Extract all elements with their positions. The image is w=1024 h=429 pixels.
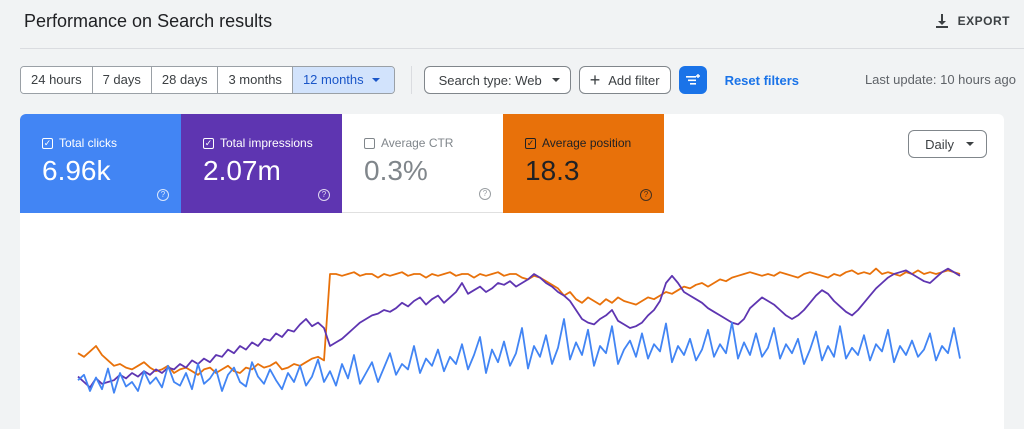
checkbox-unchecked-icon[interactable] <box>364 137 375 149</box>
checkbox-checked-icon[interactable]: ✓ <box>42 137 53 149</box>
last-update-text: Last update: 10 hours ago <box>864 72 1016 87</box>
range-12-months[interactable]: 12 months <box>292 67 394 93</box>
search-type-label: Search type: Web <box>438 72 542 88</box>
checkbox-checked-icon[interactable]: ✓ <box>525 137 536 149</box>
filter-toolbar: 24 hours 7 days 28 days 3 months 12 mont… <box>20 66 799 94</box>
top-bar: Performance on Search results EXPORT <box>0 0 1024 48</box>
reset-filters-link[interactable]: Reset filters <box>725 73 799 88</box>
help-icon[interactable]: ? <box>318 189 330 201</box>
metric-tiles: ✓ Total clicks 6.96k ? ✓ Total impressions… <box>20 114 664 213</box>
metric-value: 2.07m <box>203 155 281 186</box>
help-icon[interactable]: ? <box>640 189 652 201</box>
metric-total-clicks[interactable]: ✓ Total clicks 6.96k ? <box>20 114 181 213</box>
metric-label: Total impressions <box>220 136 313 150</box>
checkbox-checked-icon[interactable]: ✓ <box>203 137 214 149</box>
chevron-down-icon <box>371 78 380 82</box>
filter-settings-button[interactable] <box>678 66 707 94</box>
granularity-dropdown[interactable]: Daily <box>908 130 987 158</box>
chevron-down-icon <box>551 78 560 82</box>
impressions-line <box>77 267 961 389</box>
range-7-days[interactable]: 7 days <box>92 67 152 93</box>
clicks-line <box>77 318 961 394</box>
metric-average-position[interactable]: ✓ Average position 18.3 ? <box>503 114 664 213</box>
help-icon[interactable]: ? <box>157 189 169 201</box>
plus-icon: + <box>589 70 601 90</box>
metric-value: 6.96k <box>42 155 111 186</box>
range-28-days[interactable]: 28 days <box>151 67 219 93</box>
page-title: Performance on Search results <box>24 11 273 31</box>
help-icon[interactable]: ? <box>479 188 491 200</box>
metric-label: Total clicks <box>59 136 118 150</box>
date-range-group: 24 hours 7 days 28 days 3 months 12 mont… <box>20 66 395 94</box>
granularity-label: Daily <box>925 136 954 152</box>
chart-svg <box>77 267 961 394</box>
metric-label: Average position <box>542 136 632 150</box>
add-filter-label: Add filter <box>608 72 660 88</box>
export-button[interactable]: EXPORT <box>934 13 1010 29</box>
range-24-hours[interactable]: 24 hours <box>21 67 93 93</box>
range-12-months-label: 12 months <box>302 72 364 87</box>
chevron-down-icon <box>966 142 974 146</box>
metric-average-ctr[interactable]: Average CTR 0.3% ? <box>342 114 503 213</box>
add-filter-button[interactable]: + Add filter <box>578 66 671 94</box>
export-label: EXPORT <box>957 14 1010 28</box>
metric-label: Average CTR <box>381 136 454 150</box>
metric-value: 18.3 <box>525 155 580 186</box>
toolbar-divider <box>410 66 412 94</box>
performance-chart <box>20 213 1004 429</box>
download-icon <box>935 14 948 28</box>
metric-total-impressions[interactable]: ✓ Total impressions 2.07m ? <box>181 114 342 213</box>
filter-lines-icon <box>685 74 700 85</box>
performance-card: ✓ Total clicks 6.96k ? ✓ Total impressions… <box>20 114 1004 429</box>
header-divider <box>20 48 1024 49</box>
range-3-months[interactable]: 3 months <box>218 67 293 93</box>
metric-value: 0.3% <box>364 155 428 186</box>
search-type-dropdown[interactable]: Search type: Web <box>423 66 571 94</box>
